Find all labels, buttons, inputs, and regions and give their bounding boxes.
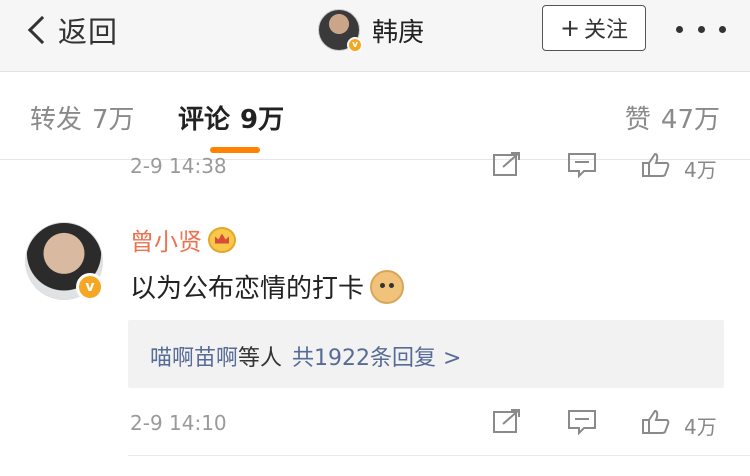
- replies-summary-text: 喵啊苗啊等人 共1922条回复 >: [150, 340, 461, 372]
- more-dot: [676, 25, 683, 33]
- tab-like[interactable]: 赞 47万: [625, 99, 720, 136]
- share-icon[interactable]: [492, 409, 522, 435]
- tab-comment[interactable]: 评论 9万: [178, 99, 284, 136]
- reply-icon[interactable]: [567, 152, 597, 178]
- more-icon[interactable]: [676, 14, 726, 44]
- like-count[interactable]: 4万: [684, 154, 717, 182]
- crown-badge-icon: [208, 226, 236, 253]
- back-chevron-icon: [27, 15, 57, 45]
- comment-time: 2-9 14:38: [130, 154, 227, 178]
- tab-repost[interactable]: 转发 7万: [30, 99, 135, 136]
- like-icon[interactable]: [641, 409, 671, 435]
- comment-meta: 2-9 14:10 4万: [0, 405, 750, 445]
- reply-names: 喵啊苗啊: [150, 346, 239, 371]
- tab-like-label: 赞: [624, 105, 651, 135]
- top-nav-bar: 返回 v 韩庚 + 关注: [0, 0, 750, 72]
- tab-like-count: 47万: [660, 105, 720, 135]
- commenter-name-text: 曾小贤: [130, 228, 202, 256]
- comment-divider: [128, 455, 750, 456]
- follow-label: 关注: [584, 18, 629, 43]
- commenter-name[interactable]: 曾小贤: [130, 222, 236, 257]
- comment-body: 以为公布恋情的打卡: [130, 268, 405, 305]
- more-dot: [697, 25, 705, 33]
- comment-text: 以为公布恋情的打卡: [130, 274, 365, 304]
- tab-repost-count: 7万: [92, 105, 135, 135]
- profile-avatar[interactable]: v: [318, 9, 363, 53]
- tab-bar: 转发 7万 评论 9万 赞 47万: [0, 73, 750, 160]
- verified-icon: v: [347, 37, 363, 53]
- tab-comment-count: 9万: [240, 105, 285, 135]
- replies-summary[interactable]: 喵啊苗啊等人 共1922条回复 >: [128, 320, 724, 388]
- page-title: 韩庚: [372, 17, 425, 48]
- tab-comment-label: 评论: [178, 105, 231, 135]
- verified-icon: v: [76, 273, 104, 301]
- like-icon[interactable]: [641, 152, 671, 178]
- doge-emoji-icon: [370, 269, 405, 304]
- comment-time: 2-9 14:10: [130, 411, 227, 435]
- reply-count-link[interactable]: 共1922条回复 >: [292, 346, 461, 371]
- commenter-avatar[interactable]: v: [25, 222, 104, 301]
- reply-etc: 等人: [238, 346, 283, 371]
- plus-icon: +: [559, 14, 581, 42]
- previous-comment-meta: 2-9 14:38 4万: [0, 150, 750, 182]
- share-icon[interactable]: [492, 152, 522, 178]
- tab-repost-label: 转发: [30, 105, 83, 135]
- back-button[interactable]: 返回: [20, 8, 118, 52]
- profile-title[interactable]: v 韩庚: [318, 6, 424, 54]
- reply-icon[interactable]: [567, 409, 597, 435]
- more-dot: [719, 25, 726, 33]
- back-label: 返回: [58, 15, 119, 49]
- like-count[interactable]: 4万: [684, 411, 717, 440]
- follow-button[interactable]: + 关注: [542, 5, 646, 51]
